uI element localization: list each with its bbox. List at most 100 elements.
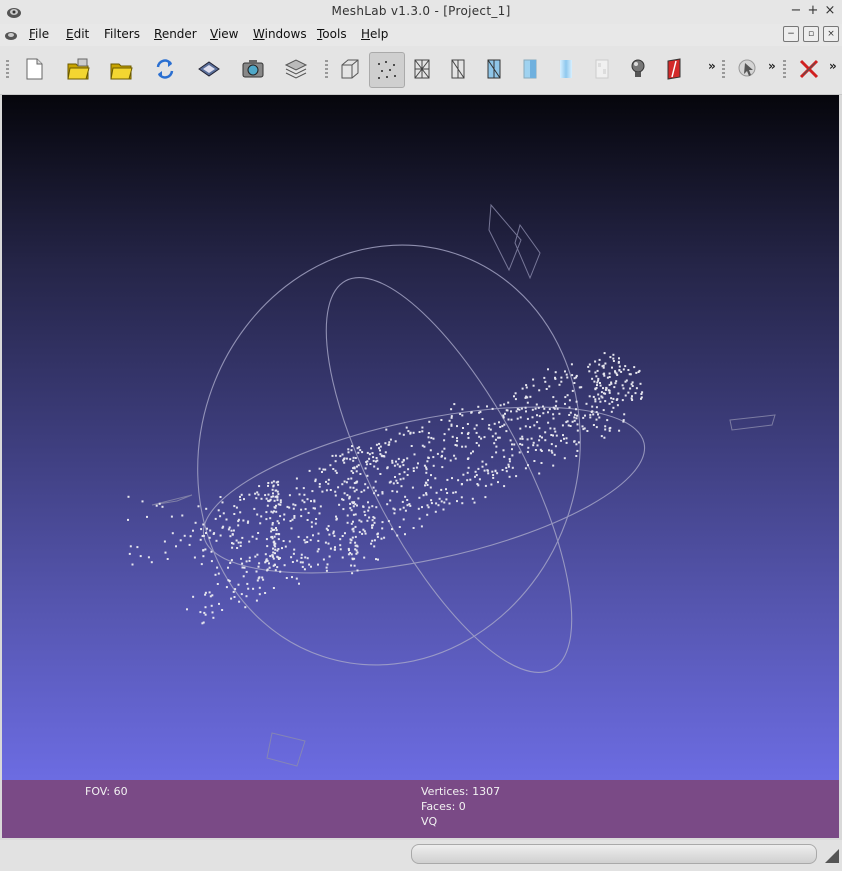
- toolbar-grip[interactable]: [6, 60, 9, 78]
- menu-tools[interactable]: Tools: [317, 27, 347, 41]
- hidden-lines-icon: [451, 59, 465, 79]
- minimize-button[interactable]: −: [788, 3, 804, 19]
- flat-lines-button[interactable]: [477, 52, 511, 86]
- light-button[interactable]: [621, 52, 655, 86]
- point: [237, 583, 240, 586]
- point: [358, 531, 361, 534]
- point: [270, 481, 273, 484]
- toolbar-grip[interactable]: [722, 60, 725, 78]
- point: [538, 472, 541, 475]
- point: [515, 410, 518, 413]
- point: [240, 493, 243, 496]
- point: [388, 441, 391, 444]
- menu-file[interactable]: File: [29, 27, 49, 41]
- point: [464, 445, 467, 448]
- point: [175, 545, 177, 548]
- point: [349, 541, 352, 544]
- point: [379, 473, 382, 475]
- point-cloud: [127, 352, 644, 625]
- point: [365, 461, 368, 463]
- point: [345, 457, 348, 460]
- menu-render[interactable]: Render: [154, 27, 197, 41]
- point: [477, 405, 480, 408]
- flat-button[interactable]: [513, 52, 547, 86]
- mdi-minimize-button[interactable]: −: [783, 26, 799, 42]
- select-button[interactable]: [730, 52, 764, 86]
- point: [269, 555, 272, 558]
- mdi-restore-button[interactable]: ▫: [803, 26, 819, 42]
- menu-help[interactable]: Help: [361, 27, 388, 41]
- open-project-button[interactable]: [61, 52, 95, 86]
- toolbar-overflow-button[interactable]: »: [768, 59, 776, 73]
- close-button[interactable]: ×: [822, 3, 838, 19]
- fov-label: FOV: 60: [85, 785, 128, 798]
- point: [573, 440, 576, 443]
- layers-button[interactable]: [279, 52, 313, 86]
- point: [573, 377, 576, 380]
- point: [457, 479, 460, 482]
- point: [353, 490, 356, 493]
- hidden-lines-button[interactable]: [441, 52, 475, 86]
- point: [486, 405, 488, 408]
- point: [339, 538, 342, 541]
- toolbar-overflow-button[interactable]: »: [708, 59, 716, 73]
- point: [383, 536, 386, 539]
- point: [484, 484, 487, 487]
- point: [292, 507, 295, 510]
- point: [208, 536, 211, 539]
- layers-icon: [284, 59, 308, 79]
- open-mesh-button[interactable]: [104, 52, 138, 86]
- point: [303, 493, 306, 496]
- point: [441, 450, 444, 453]
- snapshot-button[interactable]: [236, 52, 270, 86]
- toolbar-grip[interactable]: [325, 60, 328, 78]
- point: [371, 539, 374, 542]
- menu-windows[interactable]: Windows: [253, 27, 307, 41]
- point: [503, 403, 506, 406]
- point: [264, 561, 267, 564]
- point: [627, 391, 630, 394]
- point: [547, 421, 550, 424]
- reload-button[interactable]: [148, 52, 182, 86]
- close-plugin-button[interactable]: [792, 52, 826, 86]
- point: [618, 369, 621, 371]
- menu-view[interactable]: View: [210, 27, 238, 41]
- point: [633, 366, 636, 369]
- maximize-button[interactable]: +: [805, 3, 821, 19]
- document-menu-icon[interactable]: [4, 28, 18, 42]
- 3d-viewport[interactable]: [2, 95, 839, 780]
- point: [604, 362, 607, 365]
- new-project-button[interactable]: [17, 52, 51, 86]
- menu-edit[interactable]: Edit: [66, 27, 89, 41]
- point: [526, 438, 529, 441]
- point: [326, 563, 329, 566]
- points-button[interactable]: [369, 52, 405, 88]
- point: [363, 556, 366, 559]
- point: [575, 417, 578, 420]
- resize-grip-icon[interactable]: [825, 849, 839, 863]
- point-cloud-scene[interactable]: [2, 95, 839, 780]
- smooth-button[interactable]: [549, 52, 583, 86]
- point: [407, 430, 410, 433]
- point: [372, 456, 375, 459]
- bounding-box-button[interactable]: [333, 52, 367, 86]
- trackball-icon[interactable]: [144, 195, 659, 715]
- menu-filters[interactable]: Filters: [104, 27, 140, 41]
- color-mode-button[interactable]: [657, 52, 691, 86]
- point: [364, 532, 367, 535]
- point: [354, 525, 357, 528]
- point: [396, 482, 399, 484]
- point: [371, 524, 373, 527]
- point: [360, 490, 363, 493]
- wireframe-button[interactable]: [405, 52, 439, 86]
- point: [256, 579, 259, 582]
- save-button[interactable]: [192, 52, 226, 86]
- point: [257, 493, 260, 496]
- texture-button[interactable]: [585, 52, 619, 86]
- toolbar-overflow-button[interactable]: »: [829, 59, 837, 73]
- mdi-close-button[interactable]: ×: [823, 26, 839, 42]
- toolbar-grip[interactable]: [783, 60, 786, 78]
- point: [435, 491, 438, 494]
- point: [277, 538, 280, 541]
- point: [166, 558, 169, 560]
